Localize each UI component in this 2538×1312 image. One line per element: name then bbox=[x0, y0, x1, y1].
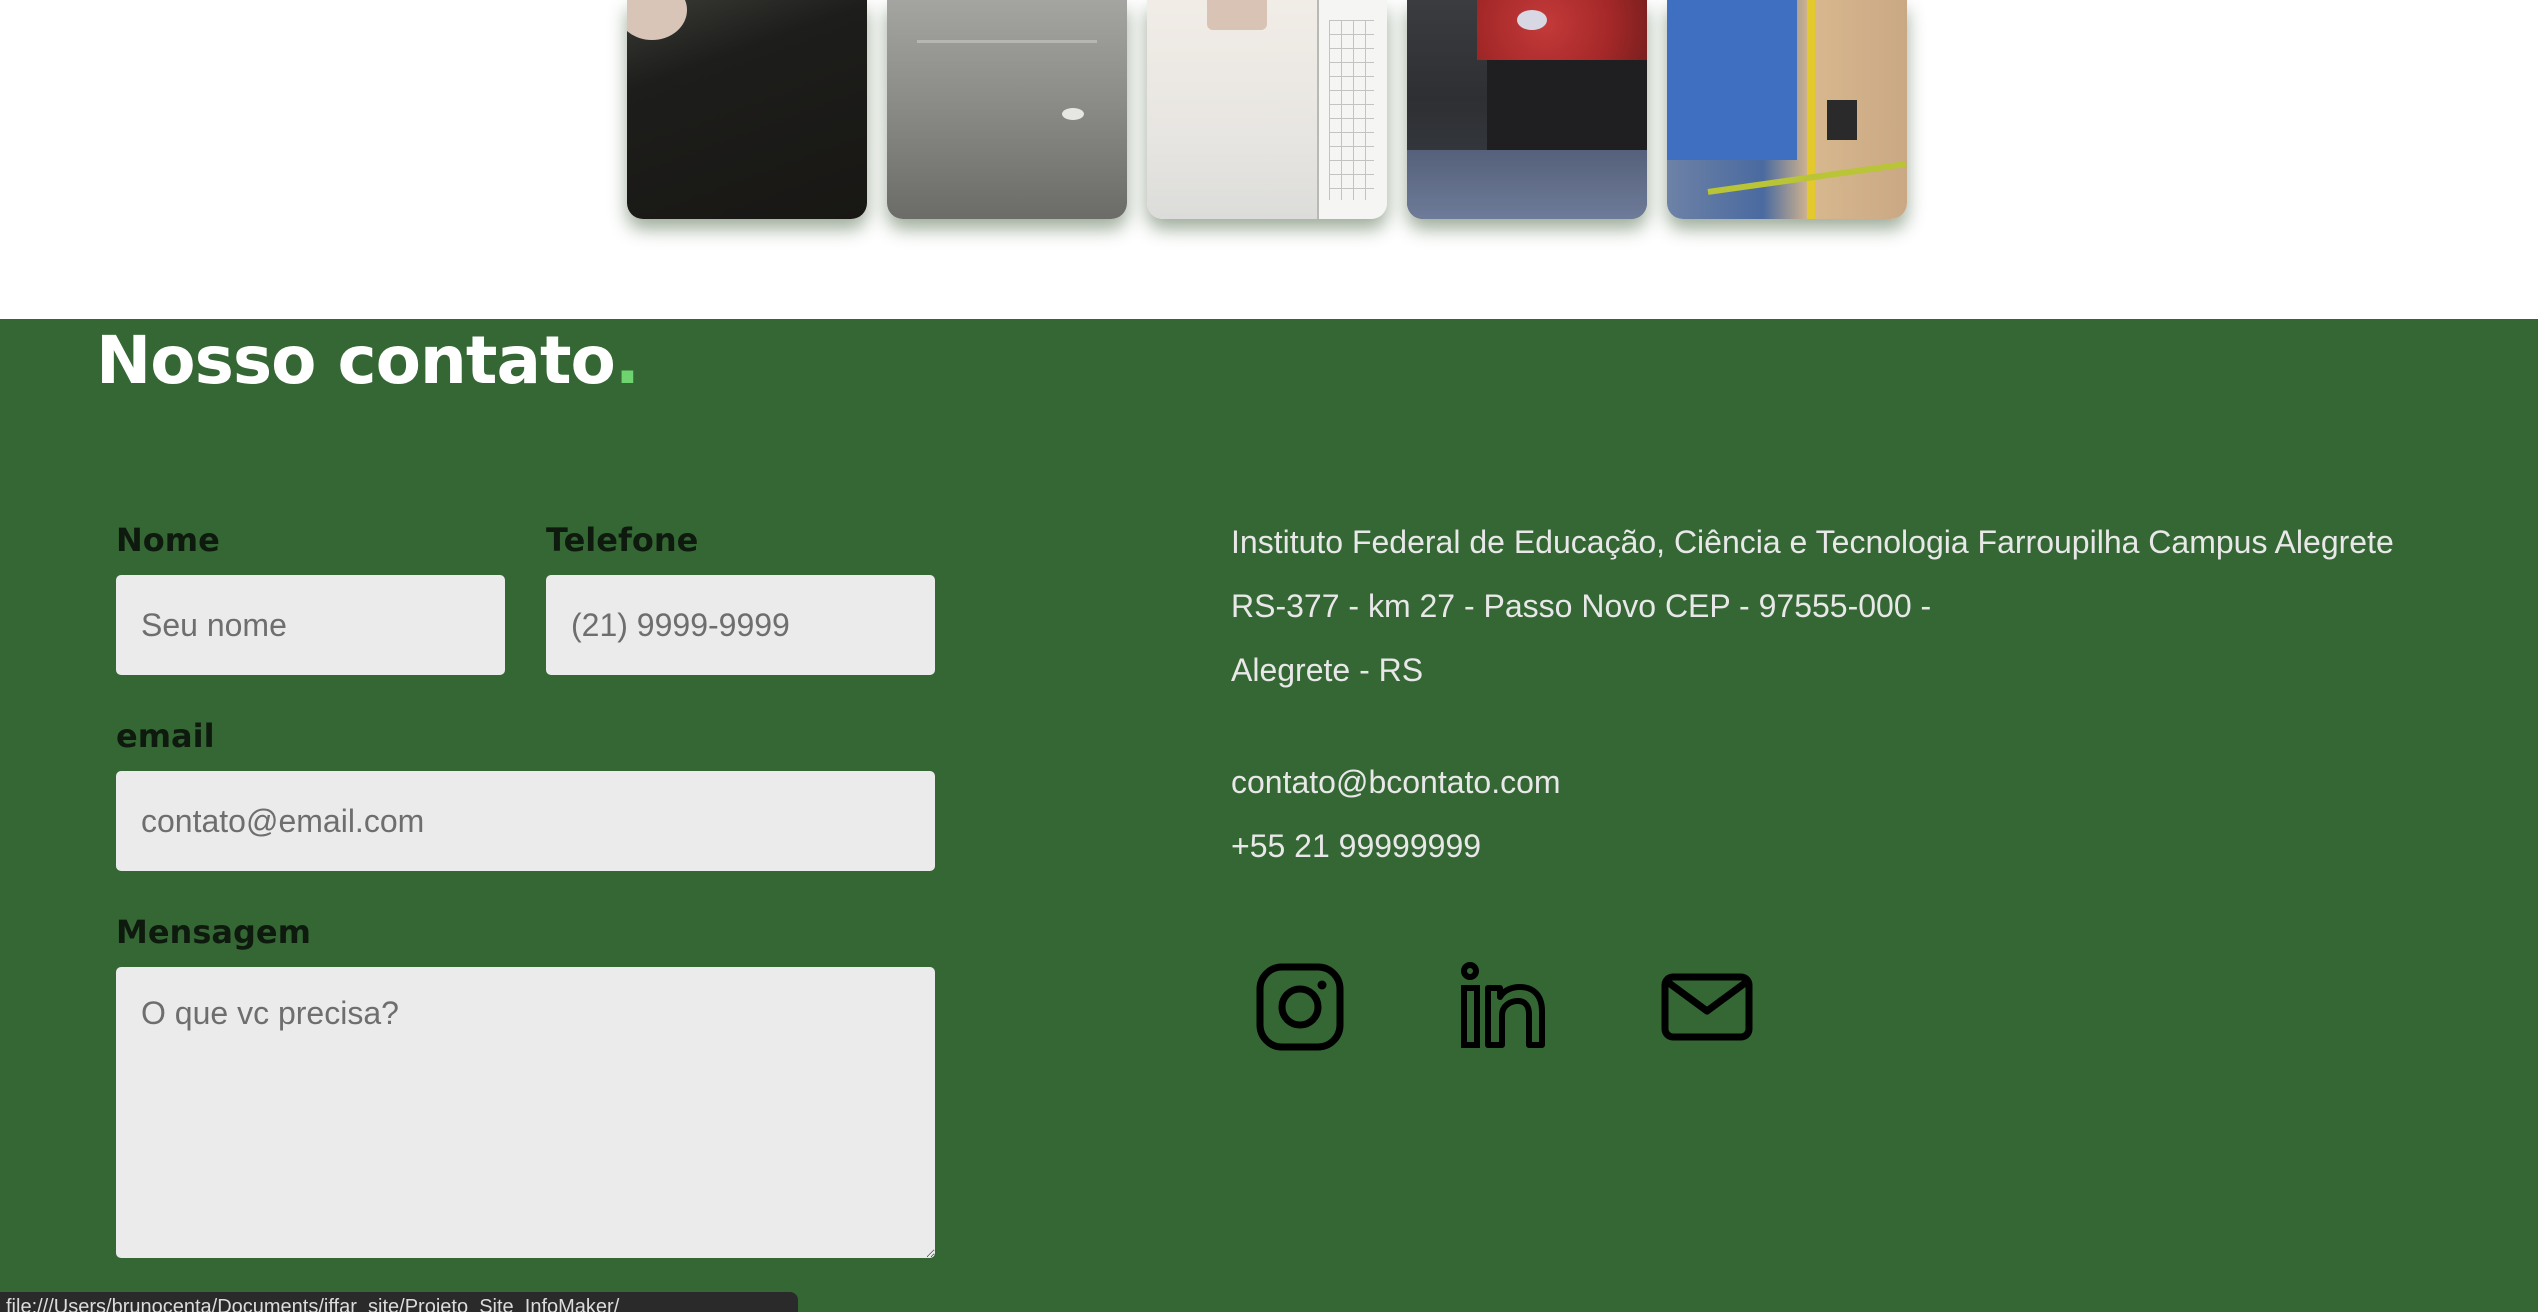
instagram-icon bbox=[1256, 963, 1344, 1051]
address-line: RS-377 - km 27 - Passo Novo CEP - 97555-… bbox=[1231, 588, 1932, 624]
telefone-label: Telefone bbox=[546, 521, 699, 559]
contact-title-accent: . bbox=[614, 322, 640, 399]
mail-icon bbox=[1661, 973, 1753, 1041]
contact-email: contato@bcontato.com bbox=[1231, 764, 1561, 800]
mensagem-label: Mensagem bbox=[116, 913, 311, 951]
institution-name: Instituto Federal de Educação, Ciência e… bbox=[1231, 524, 2394, 560]
gallery-photo-3[interactable] bbox=[1147, 0, 1387, 219]
gallery-photo-4[interactable] bbox=[1407, 0, 1647, 219]
instagram-link[interactable] bbox=[1252, 959, 1348, 1055]
gallery-photo-2[interactable] bbox=[887, 0, 1127, 219]
gallery-photo-1[interactable] bbox=[627, 0, 867, 219]
contact-phone: +55 21 99999999 bbox=[1231, 828, 1482, 864]
address-city: Alegrete - RS bbox=[1231, 652, 1424, 688]
telefone-input[interactable] bbox=[546, 575, 935, 675]
email-label: email bbox=[116, 717, 215, 755]
photo-gallery bbox=[0, 0, 2538, 319]
email-input[interactable] bbox=[116, 771, 935, 871]
contact-title-text: Nosso contato bbox=[96, 322, 616, 399]
status-bar-url: file:///Users/brunocenta/Documents/iffar… bbox=[0, 1292, 798, 1312]
gallery-photo-5[interactable] bbox=[1667, 0, 1907, 219]
contact-section: Nosso contato. Nome Telefone email Mensa… bbox=[0, 319, 2538, 1312]
email-link[interactable] bbox=[1659, 959, 1755, 1055]
nome-label: Nome bbox=[116, 521, 220, 559]
linkedin-icon bbox=[1461, 962, 1545, 1048]
linkedin-link[interactable] bbox=[1455, 959, 1551, 1055]
mensagem-textarea[interactable] bbox=[116, 967, 935, 1258]
contact-title: Nosso contato. bbox=[96, 319, 640, 403]
nome-input[interactable] bbox=[116, 575, 505, 675]
